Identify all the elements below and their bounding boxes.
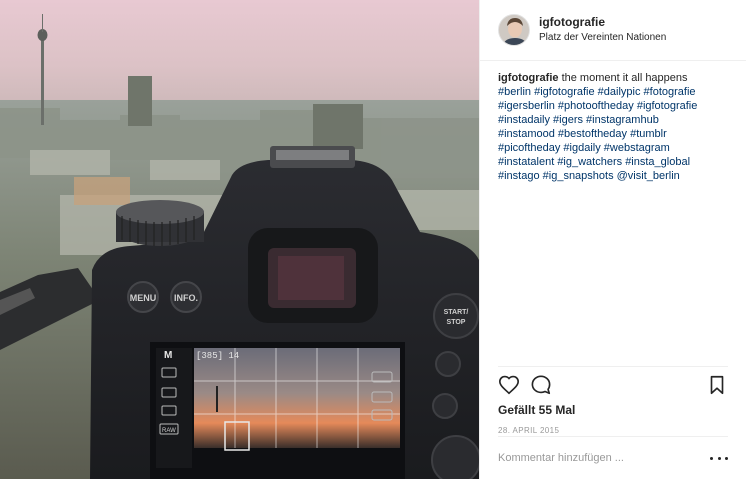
lcd-raw-label: RAW <box>162 428 176 434</box>
comment-form <box>498 436 728 479</box>
hashtag-line[interactable]: #berlin #igfotografie #dailypic #fotogra… <box>498 85 729 99</box>
location-link[interactable]: Platz der Vereinten Nationen <box>539 30 666 45</box>
more-options-icon[interactable] <box>710 453 728 463</box>
post-sidebar: igfotografie Platz der Vereinten Natione… <box>479 0 746 479</box>
hashtag-list: #berlin #igfotografie #dailypic #fotogra… <box>498 85 729 183</box>
post-header: igfotografie Platz der Vereinten Natione… <box>480 0 746 61</box>
username-link[interactable]: igfotografie <box>539 15 666 30</box>
comment-icon[interactable] <box>530 374 552 396</box>
camera-stop-label: STOP <box>447 319 466 326</box>
instagram-post: MENU INFO. START/ STOP M [385] 14 RAW ig… <box>0 0 746 479</box>
post-date[interactable]: 28. APRIL 2015 <box>498 426 728 435</box>
caption-text: the moment it all happens <box>561 72 688 84</box>
like-count[interactable]: Gefällt 55 Mal <box>498 403 728 417</box>
hashtag-line[interactable]: #instatalent #ig_watchers #insta_global <box>498 155 729 169</box>
bookmark-icon[interactable] <box>706 374 728 396</box>
hashtag-line[interactable]: #igersberlin #photooftheday #igfotografi… <box>498 99 729 113</box>
avatar-icon <box>499 15 529 45</box>
photo-illustration: MENU INFO. START/ STOP M [385] 14 RAW <box>0 0 479 479</box>
caption-username[interactable]: igfotografie <box>498 72 559 84</box>
lcd-mode-label: M <box>164 350 172 361</box>
camera-info-label: INFO. <box>174 293 198 303</box>
hashtag-line[interactable]: #instadaily #igers #instagramhub <box>498 113 729 127</box>
heart-icon[interactable] <box>498 374 520 396</box>
post-photo[interactable]: MENU INFO. START/ STOP M [385] 14 RAW <box>0 0 479 479</box>
hashtag-line[interactable]: #picoftheday #igdaily #webstagram <box>498 141 729 155</box>
user-avatar[interactable] <box>498 14 530 46</box>
post-caption: igfotografie the moment it all happens #… <box>480 61 746 183</box>
camera-start-label: START/ <box>444 309 469 316</box>
hashtag-line[interactable]: #instamood #bestoftheday #tumblr <box>498 127 729 141</box>
comment-input[interactable] <box>498 452 710 464</box>
post-actions: Gefällt 55 Mal 28. APRIL 2015 <box>498 366 728 435</box>
camera-menu-label: MENU <box>130 293 157 303</box>
hashtag-line[interactable]: #instago #ig_snapshots @visit_berlin <box>498 169 729 183</box>
lcd-shots-label: [385] 14 <box>196 351 239 361</box>
